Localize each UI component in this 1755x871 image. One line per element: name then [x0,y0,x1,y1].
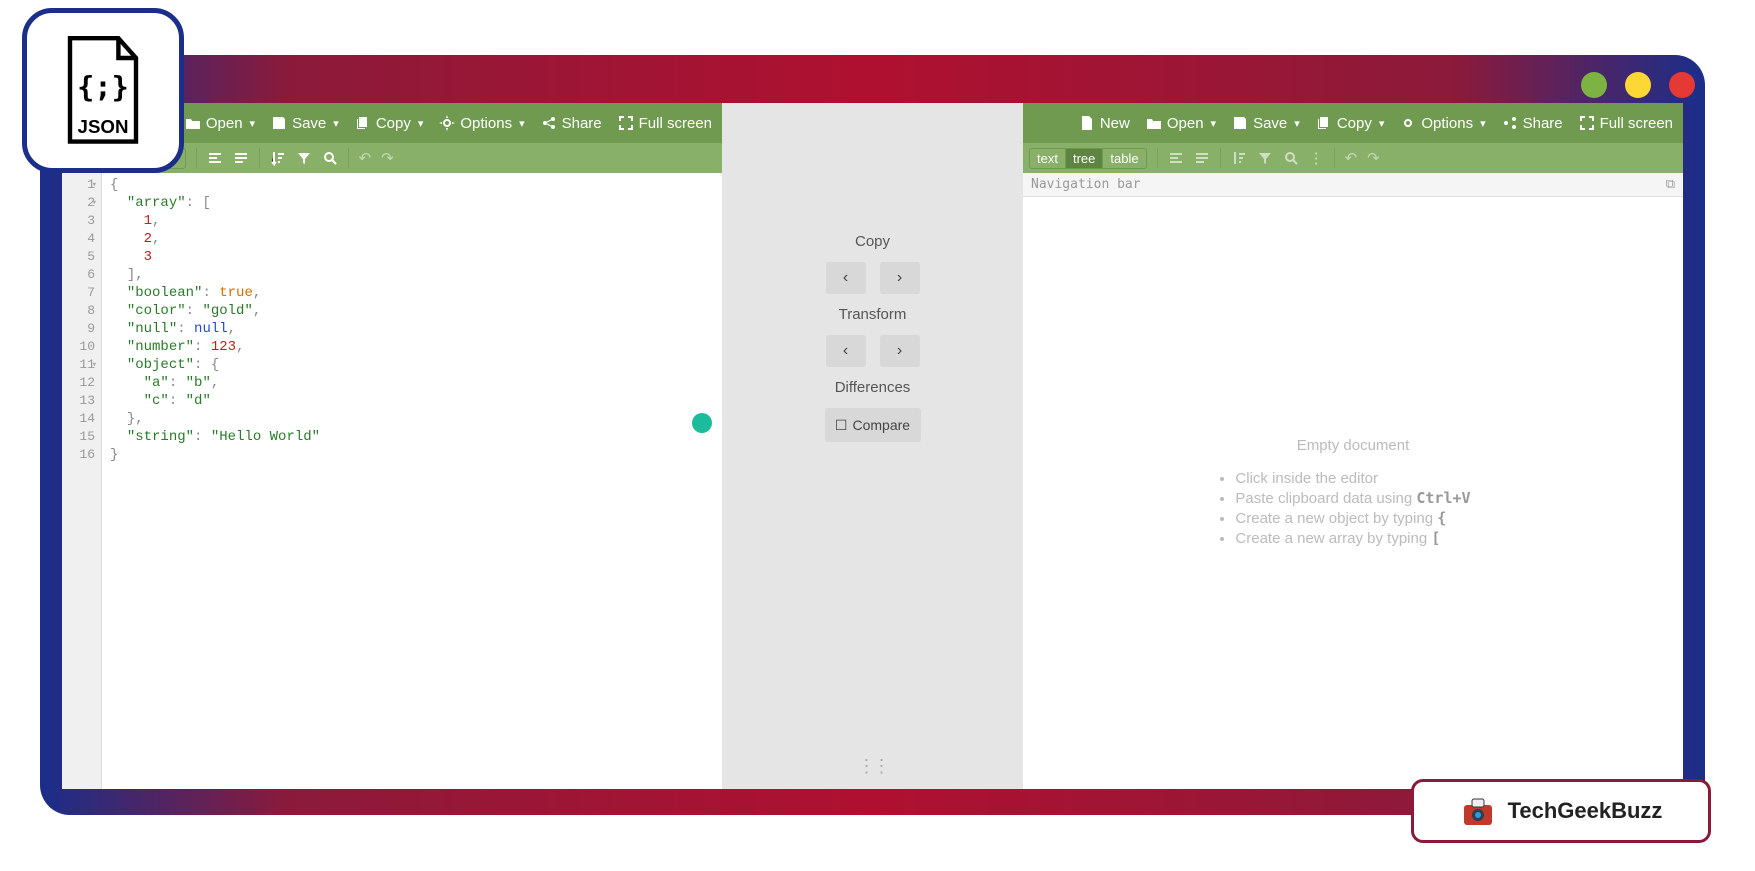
empty-hints: Click inside the editorPaste clipboard d… [1235,468,1470,549]
search-icon[interactable] [322,150,338,166]
svg-text:JSON: JSON [78,115,129,136]
new-button[interactable]: New [1079,115,1130,132]
transform-right-button[interactable]: › [880,335,920,367]
filter-icon[interactable] [296,150,312,166]
open-button[interactable]: Open [185,115,255,132]
share-button[interactable]: Share [1502,115,1563,132]
code-body[interactable]: { "array": [ 1, 2, 3 ], "boolean": true,… [102,173,722,789]
redo-icon[interactable]: ↷ [1367,149,1380,167]
window-traffic-lights [1581,72,1695,98]
compare-button[interactable]: ☐ Compare [825,408,921,442]
traffic-green[interactable] [1581,72,1607,98]
empty-editor-right[interactable]: Empty document Click inside the editorPa… [1023,197,1683,789]
copy-label: Copy [855,233,890,250]
line-gutter: 12345678910111213141516 [62,173,102,789]
middle-column: Copy ‹ › Transform ‹ › Differences ☐ Com… [722,103,1023,789]
empty-title: Empty document [1297,437,1410,454]
share-button[interactable]: Share [541,115,602,132]
nav-text: Navigation bar [1031,177,1141,192]
copy-right-button[interactable]: › [880,262,920,294]
traffic-yellow[interactable] [1625,72,1651,98]
mode-tree[interactable]: tree [1065,149,1102,168]
traffic-red[interactable] [1669,72,1695,98]
sort-icon[interactable] [1231,150,1247,166]
code-editor-left[interactable]: 12345678910111213141516 { "array": [ 1, … [62,173,722,789]
brand-badge: TechGeekBuzz [1411,779,1711,843]
brand-icon [1460,793,1496,829]
right-panel: New Open Save Copy Options Share Full sc… [1023,103,1683,789]
right-subbar: text tree table ⋮ ↶ ↷ [1023,143,1683,173]
options-button[interactable]: Options [439,115,524,132]
fullscreen-button[interactable]: Full screen [618,115,712,132]
mode-text[interactable]: text [1030,149,1065,168]
differences-label: Differences [835,379,911,396]
redo-icon[interactable]: ↷ [381,149,394,167]
drag-handle-icon[interactable]: ⋮⋮ [858,756,888,777]
left-panel: New Open Save Copy Options Share Full sc… [62,103,722,789]
open-button[interactable]: Open [1146,115,1216,132]
copy-left-button[interactable]: ‹ [826,262,866,294]
more-icon[interactable]: ⋮ [1309,149,1324,167]
transform-left-button[interactable]: ‹ [826,335,866,367]
navigation-bar[interactable]: Navigation bar ⧉ [1023,173,1683,197]
options-button[interactable]: Options [1400,115,1485,132]
transform-label: Transform [839,306,907,323]
undo-icon[interactable]: ↶ [359,149,372,167]
copy-button[interactable]: Copy [355,115,424,132]
external-link-icon[interactable]: ⧉ [1666,177,1675,192]
sort-icon[interactable] [270,150,286,166]
brand-text: TechGeekBuzz [1508,798,1663,824]
collapse-icon[interactable] [1194,150,1210,166]
status-dot [692,413,712,433]
format-icon[interactable] [207,150,223,166]
svg-text:{;}: {;} [77,69,129,103]
app-body: New Open Save Copy Options Share Full sc… [62,103,1683,789]
compact-icon[interactable] [233,150,249,166]
window-frame: New Open Save Copy Options Share Full sc… [40,55,1705,815]
save-button[interactable]: Save [271,115,339,132]
save-button[interactable]: Save [1232,115,1300,132]
undo-icon[interactable]: ↶ [1345,149,1358,167]
json-logo-badge: {;} JSON [22,8,184,173]
fullscreen-button[interactable]: Full screen [1579,115,1673,132]
copy-button[interactable]: Copy [1316,115,1385,132]
expand-icon[interactable] [1168,150,1184,166]
mode-table[interactable]: table [1102,149,1145,168]
filter-icon[interactable] [1257,150,1273,166]
right-topbar: New Open Save Copy Options Share Full sc… [1023,103,1683,143]
mode-tabs: text tree table [1029,148,1147,169]
search-icon[interactable] [1283,150,1299,166]
